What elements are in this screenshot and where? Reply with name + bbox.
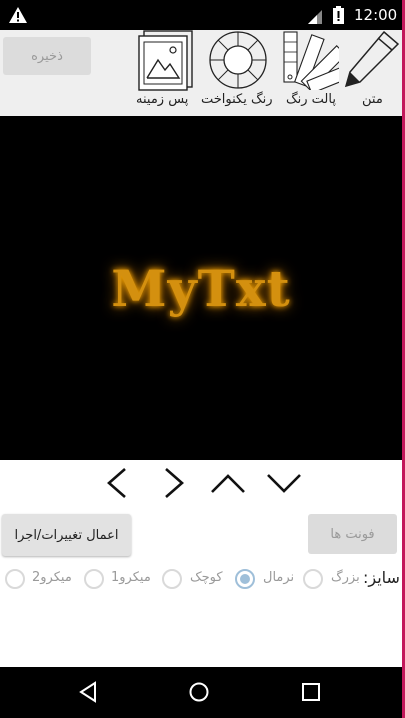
status-time: 12:00 [354,6,398,24]
size-option-label-micro1: میکرو1 [111,570,151,585]
chevron-left-icon[interactable] [101,466,135,500]
preview-text: MyTxt [111,258,291,318]
size-option-label-micro2: میکرو2 [32,570,72,585]
signal-icon [308,10,322,24]
home-icon[interactable] [188,681,210,703]
tool-label-solid-color[interactable]: رنگ یکنواخت [201,92,273,107]
size-option-label-small: کوچک [190,570,223,585]
pencil-icon[interactable] [344,30,400,88]
text-preview-canvas: MyTxt [0,116,402,460]
battery-icon [333,6,344,24]
size-radio-micro1[interactable] [84,569,104,589]
size-option-label-normal: نرمال [263,570,295,585]
color-wheel-icon[interactable] [207,30,269,90]
tool-label-text[interactable]: متن [362,92,383,107]
toolbar: ذخیره پس زمینه رنگ یکنواخت پالت رنگ متن [0,30,402,116]
tool-label-palette[interactable]: پالت رنگ [286,92,336,107]
recents-icon[interactable] [300,681,322,703]
apply-changes-button[interactable]: اعمال تغییرات/اجرا [2,514,131,556]
size-radio-normal[interactable] [235,569,255,589]
size-option-label-large: بزرگ [331,570,360,585]
size-radio-large[interactable] [303,569,323,589]
palette-icon[interactable] [281,30,339,90]
image-icon[interactable] [138,30,194,92]
size-radio-micro2[interactable] [5,569,25,589]
fonts-button[interactable]: فونت ها [308,514,397,554]
warning-icon [9,7,27,23]
chevron-down-icon[interactable] [267,466,301,500]
size-radio-small[interactable] [162,569,182,589]
chevron-up-icon[interactable] [211,466,245,500]
save-button[interactable]: ذخیره [3,37,91,75]
chevron-right-icon[interactable] [156,466,190,500]
tool-label-background[interactable]: پس زمینه [136,92,188,107]
navigation-bar [0,667,402,718]
size-label: سایز: [363,568,400,587]
back-icon[interactable] [77,681,99,703]
status-bar: 12:00 [0,0,402,30]
